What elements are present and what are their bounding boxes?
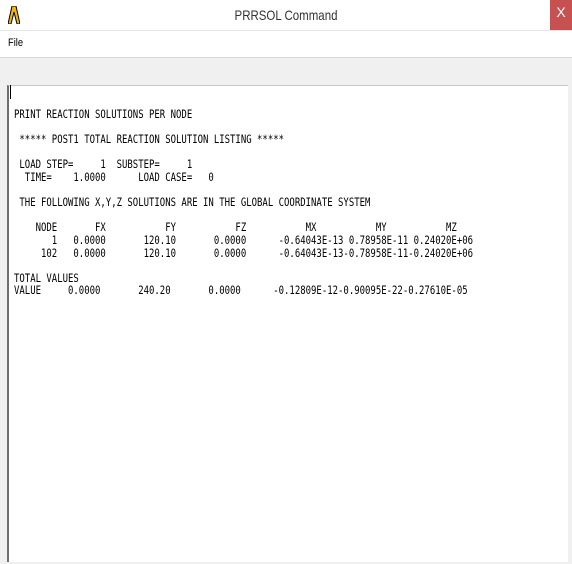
menu-bar: File <box>0 31 572 58</box>
reaction-solution-listing: PRINT REACTION SOLUTIONS PER NODE ***** … <box>14 107 474 298</box>
menu-file[interactable]: File <box>8 37 23 49</box>
window-title: PRRSOL Command <box>234 7 338 23</box>
text-caret <box>10 85 11 99</box>
title-bar[interactable]: PRRSOL Command X <box>0 0 572 31</box>
prrsol-command-window: PRRSOL Command X File PRINT REACTION SOL… <box>0 0 572 564</box>
close-button[interactable]: X <box>550 0 572 30</box>
ansys-logo-icon <box>8 6 20 24</box>
